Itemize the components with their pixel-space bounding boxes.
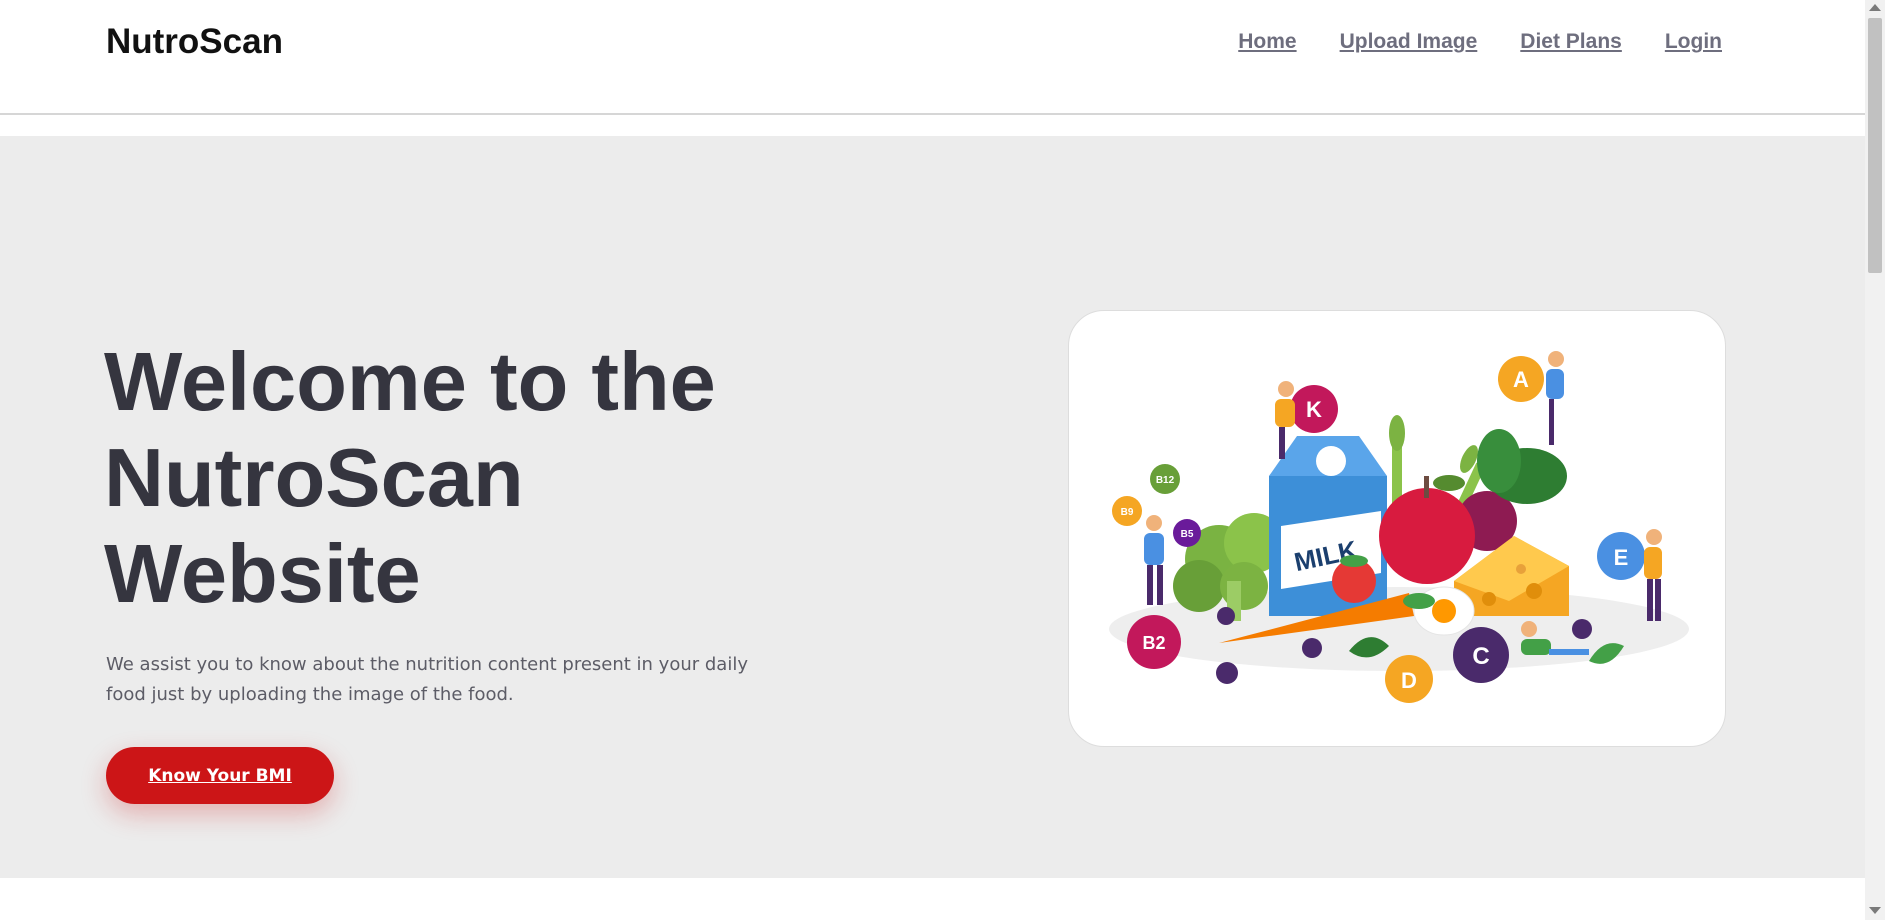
berry-illustration [1217,607,1235,625]
scroll-down-arrow-icon[interactable] [1869,907,1881,914]
person-figure-illustration [1546,351,1564,445]
vitamin-b9-badge: B9 [1112,496,1142,526]
vitamin-c-badge: C [1453,627,1509,683]
svg-text:B5: B5 [1181,529,1194,540]
site-header: NutroScan Home Upload Image Diet Plans L… [0,0,1865,115]
vitamin-b2-badge: B2 [1127,615,1181,669]
scroll-up-arrow-icon[interactable] [1869,4,1881,11]
vitamin-b12-badge: B12 [1150,464,1180,494]
svg-text:B9: B9 [1121,507,1134,518]
hero-title-line-3: Website [104,527,421,620]
hero-title: Welcome to the NutroScan Website [104,334,804,622]
hero-description: We assist you to know about the nutritio… [106,654,748,705]
next-section-strip [0,878,1865,920]
svg-text:K: K [1306,397,1322,422]
berry-illustration [1216,662,1238,684]
svg-text:A: A [1513,367,1529,392]
nutrition-illustration: MILK K A B12 B9 B5 E B2 D C [1109,351,1689,703]
know-your-bmi-label: Know Your BMI [148,765,292,786]
main-nav: Home Upload Image Diet Plans Login [1238,30,1722,54]
nav-diet-plans-link[interactable]: Diet Plans [1520,30,1622,54]
svg-text:C: C [1472,643,1489,670]
scrollbar-thumb[interactable] [1868,18,1882,273]
vitamin-b5-badge: B5 [1173,519,1201,547]
nav-home-link[interactable]: Home [1238,30,1296,54]
hero-title-line-1: Welcome to the [104,335,716,428]
hero-title-line-2: NutroScan [104,431,524,524]
hero-illustration-card: MILK K A B12 B9 B5 E B2 D C [1068,310,1726,747]
svg-text:B12: B12 [1156,475,1175,486]
page: NutroScan Home Upload Image Diet Plans L… [0,0,1865,920]
nav-login-link[interactable]: Login [1665,30,1722,54]
berry-illustration [1302,638,1322,658]
vitamin-a-badge: A [1498,356,1544,402]
svg-text:E: E [1614,545,1629,570]
know-your-bmi-button[interactable]: Know Your BMI [106,747,334,804]
hero-section: Welcome to the NutroScan Website We assi… [0,136,1865,878]
berry-illustration [1572,619,1592,639]
person-figure-illustration [1144,515,1164,605]
header-spacer [0,115,1865,136]
svg-text:D: D [1401,668,1417,693]
vitamin-k-badge: K [1290,385,1338,433]
vitamin-d-badge: D [1385,655,1433,703]
brand-logo[interactable]: NutroScan [106,22,283,62]
svg-text:B2: B2 [1142,633,1165,653]
vitamin-e-badge: E [1597,532,1645,580]
nav-upload-image-link[interactable]: Upload Image [1340,30,1478,54]
